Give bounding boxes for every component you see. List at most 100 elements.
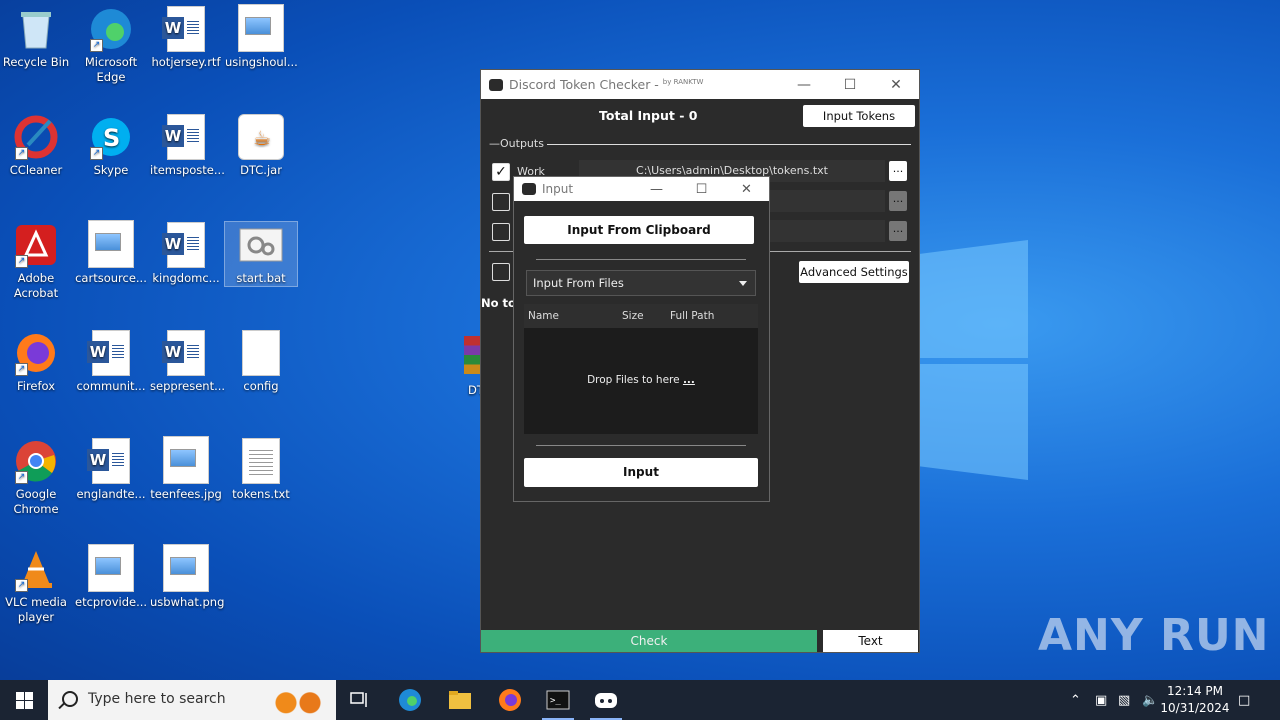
start-button[interactable] xyxy=(0,680,48,720)
discord-taskbar-icon[interactable] xyxy=(582,680,630,720)
advanced-settings-button[interactable]: Advanced Settings xyxy=(799,261,909,283)
close-icon[interactable]: ✕ xyxy=(724,182,769,197)
desktop-icon-label: usbwhat.png xyxy=(150,595,225,609)
dialog-title: Input xyxy=(542,182,574,196)
edge-icon: ↗ xyxy=(88,6,134,52)
word-doc-icon xyxy=(162,114,209,160)
network-icon[interactable]: ▧ xyxy=(1118,680,1130,720)
output3-browse-button[interactable]: ... xyxy=(889,221,907,241)
edge-taskbar-icon[interactable] xyxy=(386,680,434,720)
firefox-taskbar-icon[interactable] xyxy=(486,680,534,720)
task-view-icon[interactable] xyxy=(336,680,384,720)
discord-icon xyxy=(522,183,536,195)
desktop-icon[interactable]: usbwhat.png xyxy=(150,543,225,610)
desktop-icon[interactable]: ↗ VLC media player xyxy=(0,546,72,625)
search-icon xyxy=(62,691,78,707)
shortcut-arrow-icon: ↗ xyxy=(15,363,28,376)
maximize-icon[interactable]: ☐ xyxy=(827,77,873,93)
desktop-icon[interactable]: ↗ CCleaner xyxy=(0,114,72,178)
image-file-icon xyxy=(88,219,134,268)
taskbar-search-box[interactable]: Type here to search xyxy=(48,680,336,720)
chrome-icon: ↗ xyxy=(13,438,59,484)
desktop-icon[interactable]: seppresent... xyxy=(150,330,225,394)
desktop-icon[interactable]: usingshoul... xyxy=(225,3,298,70)
desktop-icon[interactable]: communit... xyxy=(75,330,147,394)
input-dialog: Input — ☐ ✕ Input From Clipboard Input F… xyxy=(513,176,770,502)
svg-text:☕: ☕ xyxy=(253,126,271,150)
winrar-icon[interactable] xyxy=(464,336,480,374)
desktop-icon-label: englandte... xyxy=(76,487,146,501)
desktop-icon-label: VLC media player xyxy=(5,595,67,624)
ccleaner-icon: ↗ xyxy=(13,114,59,160)
text-button[interactable]: Text xyxy=(823,630,918,652)
desktop-icon-label: usingshoul... xyxy=(225,55,298,69)
desktop-icon[interactable]: ↗ Adobe Acrobat xyxy=(0,222,72,301)
option-checkbox[interactable] xyxy=(492,263,510,281)
desktop-icon-label: communit... xyxy=(76,379,146,393)
desktop-icon-label: config xyxy=(243,379,279,393)
desktop-icon-label: itemsposte... xyxy=(150,163,225,177)
desktop-icon[interactable]: Recycle Bin xyxy=(0,6,72,70)
desktop-icon[interactable]: hotjersey.rtf xyxy=(150,6,222,70)
java-jar-icon: ☕ xyxy=(238,114,284,160)
word-doc-icon xyxy=(87,330,134,376)
desktop-icon[interactable]: ☕ DTC.jar xyxy=(225,114,297,178)
shortcut-arrow-icon: ↗ xyxy=(15,147,28,160)
vlc-icon: ↗ xyxy=(13,546,59,592)
close-icon[interactable]: ✕ xyxy=(873,77,919,93)
image-file-icon xyxy=(238,3,284,52)
recycle-bin-icon xyxy=(13,6,59,52)
windows-start-icon xyxy=(15,691,33,709)
word-doc-icon xyxy=(162,330,209,376)
desktop-icon[interactable]: ↗ Firefox xyxy=(0,330,72,394)
taskbar-clock[interactable]: 12:14 PM 10/31/2024 xyxy=(1160,683,1230,717)
image-file-icon xyxy=(163,435,209,484)
output2-browse-button[interactable]: ... xyxy=(889,191,907,211)
output3-checkbox[interactable] xyxy=(492,223,510,241)
minimize-icon[interactable]: — xyxy=(781,77,827,93)
batch-file-icon xyxy=(238,222,284,268)
desktop-icon[interactable]: ↗ Google Chrome xyxy=(0,438,72,517)
blank-file-icon xyxy=(238,330,284,376)
work-checkbox[interactable]: ✓ xyxy=(492,163,510,181)
work-browse-button[interactable]: ... xyxy=(889,161,907,181)
col-name[interactable]: Name xyxy=(528,310,559,322)
desktop-icon[interactable]: ↗ Microsoft Edge xyxy=(75,6,147,85)
cmd-taskbar-icon[interactable]: >_ xyxy=(534,680,582,720)
volume-icon[interactable]: 🔈 xyxy=(1142,680,1158,720)
desktop-icon[interactable]: kingdomc... xyxy=(150,222,222,286)
col-full-path[interactable]: Full Path xyxy=(670,310,714,322)
files-table[interactable]: Name Size Full Path Drop Files to here .… xyxy=(524,304,758,434)
desktop-icon[interactable]: config xyxy=(225,330,297,394)
desktop-icon[interactable]: S ↗ Skype xyxy=(75,114,147,178)
output2-checkbox[interactable] xyxy=(492,193,510,211)
maximize-icon[interactable]: ☐ xyxy=(679,182,724,197)
notification-icon[interactable]: □ xyxy=(1238,680,1250,720)
desktop-icon-label: teenfees.jpg xyxy=(150,487,222,501)
desktop-icon[interactable]: cartsource... xyxy=(75,219,147,286)
desktop-icon-label: Skype xyxy=(93,163,129,177)
col-size[interactable]: Size xyxy=(622,310,644,322)
desktop-icon[interactable]: itemsposte... xyxy=(150,114,225,178)
desktop-icon[interactable]: englandte... xyxy=(75,438,147,502)
desktop-icon[interactable]: teenfees.jpg xyxy=(150,435,222,502)
desktop-icon-label: Microsoft Edge xyxy=(84,55,138,84)
search-placeholder: Type here to search xyxy=(88,691,226,707)
tray-chevron-up-icon[interactable]: ⌃ xyxy=(1070,680,1081,720)
input-tokens-button[interactable]: Input Tokens xyxy=(803,105,915,127)
minimize-icon[interactable]: — xyxy=(634,182,679,197)
input-from-clipboard-button[interactable]: Input From Clipboard xyxy=(524,216,754,244)
desktop-icon-label: Google Chrome xyxy=(13,487,59,516)
check-button[interactable]: Check xyxy=(481,630,817,652)
input-source-select[interactable]: Input From Files xyxy=(526,270,756,296)
app-title: Discord Token Checker - by RANKTW xyxy=(509,77,704,92)
desktop-icon-label: kingdomc... xyxy=(152,271,220,285)
desktop-icon[interactable]: start.bat xyxy=(224,221,298,287)
shortcut-arrow-icon: ↗ xyxy=(90,39,103,52)
input-button[interactable]: Input xyxy=(524,458,758,487)
tray-device-icon[interactable]: ▣ xyxy=(1095,680,1107,720)
file-explorer-icon[interactable] xyxy=(436,680,484,720)
clock-time: 12:14 PM xyxy=(1167,684,1223,698)
desktop-icon[interactable]: tokens.txt xyxy=(225,438,297,502)
desktop-icon[interactable]: etcprovide... xyxy=(75,543,147,610)
